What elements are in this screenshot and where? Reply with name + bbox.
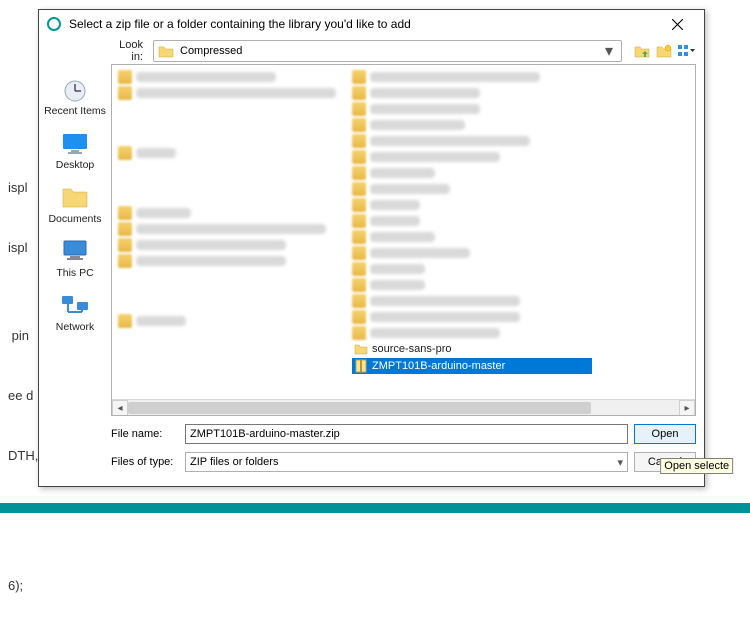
horizontal-scrollbar[interactable]: ◂ ▸ <box>112 399 695 415</box>
scroll-left-button[interactable]: ◂ <box>112 400 128 416</box>
place-network[interactable]: Network <box>41 288 109 336</box>
place-this-pc[interactable]: This PC <box>41 234 109 282</box>
new-folder-button[interactable] <box>654 41 674 61</box>
place-label: Network <box>56 321 95 333</box>
folder-up-icon <box>634 43 650 59</box>
scroll-track[interactable] <box>128 400 679 415</box>
status-bar <box>0 503 750 513</box>
place-desktop[interactable]: Desktop <box>41 126 109 174</box>
place-recent-items[interactable]: Recent Items <box>41 72 109 120</box>
filetype-value: ZIP files or folders <box>190 456 278 468</box>
up-folder-button[interactable] <box>632 41 652 61</box>
filename-label: File name: <box>111 428 179 440</box>
folder-icon <box>354 342 368 356</box>
lookin-value: Compressed <box>180 45 601 57</box>
blurred-column-left <box>118 69 358 329</box>
file-list[interactable]: /* rows generated below via JS for blur … <box>111 64 696 416</box>
close-button[interactable] <box>658 11 696 37</box>
place-label: Documents <box>48 213 101 225</box>
filename-input[interactable] <box>185 424 628 444</box>
dialog-bottom: File name: Open Files of type: ZIP files… <box>39 416 704 474</box>
new-folder-icon <box>656 43 672 59</box>
lookin-toolbar: Look in: Compressed ▾ <box>39 38 704 64</box>
file-column-right: /* rows generated below via JS for blur … <box>352 69 592 375</box>
zip-icon <box>354 359 368 373</box>
lookin-combobox[interactable]: Compressed ▾ <box>153 40 622 62</box>
filetype-combobox[interactable]: ZIP files or folders ▾ <box>185 452 628 472</box>
tooltip: Open selecte <box>660 458 733 474</box>
scroll-thumb[interactable] <box>128 402 591 414</box>
file-dialog: Select a zip file or a folder containing… <box>38 9 705 487</box>
view-menu-button[interactable] <box>676 41 696 61</box>
chevron-down-icon: ▾ <box>617 456 623 469</box>
file-name: ZMPT101B-arduino-master <box>372 360 505 372</box>
chevron-down-icon: ▾ <box>601 41 617 61</box>
open-button[interactable]: Open <box>634 424 696 444</box>
network-icon <box>58 291 92 319</box>
file-name: source-sans-pro <box>372 343 451 355</box>
list-item-selected[interactable]: ZMPT101B-arduino-master <box>352 358 592 374</box>
app-icon <box>47 17 61 31</box>
close-icon <box>672 19 683 30</box>
view-icon <box>677 43 695 59</box>
recent-icon <box>58 75 92 103</box>
lookin-label: Look in: <box>107 39 149 63</box>
place-label: Desktop <box>56 159 95 171</box>
list-item[interactable]: source-sans-pro <box>352 341 592 357</box>
desktop-icon <box>58 129 92 157</box>
place-label: Recent Items <box>44 105 106 117</box>
folder-icon <box>158 44 174 58</box>
place-label: This PC <box>56 267 93 279</box>
place-documents[interactable]: Documents <box>41 180 109 228</box>
filetype-label: Files of type: <box>111 456 179 468</box>
this-pc-icon <box>58 237 92 265</box>
places-bar: Recent Items Desktop Documents This PC <box>39 64 111 416</box>
dialog-title: Select a zip file or a folder containing… <box>69 17 658 31</box>
titlebar: Select a zip file or a folder containing… <box>39 10 704 38</box>
documents-icon <box>58 183 92 211</box>
scroll-right-button[interactable]: ▸ <box>679 400 695 416</box>
